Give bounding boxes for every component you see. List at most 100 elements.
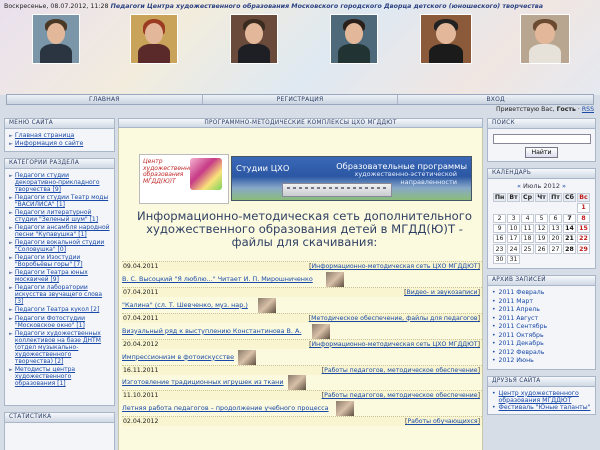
category-item[interactable]: Педагоги студии Театр моды "ВАСИЛИСА" [1…	[15, 194, 110, 208]
calendar-day[interactable]: 9	[493, 223, 507, 234]
friend-link-label[interactable]: Фестиваль "Юные таланты"	[499, 404, 591, 411]
calendar-day[interactable]: 20	[549, 234, 562, 244]
calendar-day[interactable]: 16	[493, 234, 507, 244]
calendar-day[interactable]: 26	[535, 244, 548, 254]
calendar-day[interactable]: 18	[521, 234, 535, 244]
post-title[interactable]: Изготовление традиционных игрушек из тка…	[122, 378, 284, 387]
calendar-day[interactable]: 3	[507, 213, 521, 223]
post-category[interactable]: Методическое обеспечение, файлы для педа…	[311, 315, 477, 322]
friend-link-label[interactable]: Центр художественного образования МГДДЮТ	[499, 390, 591, 404]
post-category[interactable]: Информационно-методическая сеть ЦХО МГДД…	[312, 341, 478, 348]
calendar-day[interactable]: 21	[562, 234, 576, 244]
calendar-day[interactable]: 11	[521, 223, 535, 234]
post-title[interactable]: "Калина" (сл. Т. Шевченко, муз. нар.)	[122, 301, 248, 310]
archive-item[interactable]: • 2011 Апрель	[492, 306, 591, 315]
calendar-day[interactable]: 30	[493, 254, 507, 265]
calendar-day[interactable]: 27	[549, 244, 562, 254]
archive-item-label[interactable]: 2011 Апрель	[499, 306, 540, 315]
site-header: Воскресенье, 08.07.2012, 11:28 Педагоги …	[0, 0, 600, 95]
calendar-day[interactable]: 17	[507, 234, 521, 244]
post-title[interactable]: Визуальный ряд к выступлению Константино…	[122, 327, 301, 336]
calendar-day[interactable]: 25	[521, 244, 535, 254]
calendar-day[interactable]: 19	[535, 234, 548, 244]
post-category[interactable]: Информационно-методическая сеть ЦХО МГДД…	[312, 263, 478, 270]
calendar-day[interactable]: 8	[576, 213, 590, 223]
archive-item-label[interactable]: 2011 Март	[499, 298, 533, 307]
category-item[interactable]: Педагоги студии декоративно-прикладного …	[15, 172, 110, 193]
calendar-day[interactable]: 15	[576, 223, 590, 234]
header-photo-1	[32, 14, 80, 64]
post-thumbnail[interactable]	[312, 323, 330, 339]
archive-item[interactable]: • 2012 Февраль	[492, 349, 591, 358]
category-item[interactable]: Педагоги вокальной студии "Соловушка" [0…	[15, 239, 110, 253]
post-category[interactable]: Работы педагогов, методическое обеспечен…	[324, 392, 477, 399]
calendar-day[interactable]: 4	[521, 213, 535, 223]
calendar-day[interactable]: 12	[535, 223, 548, 234]
post-category[interactable]: Работы педагогов, методическое обеспечен…	[324, 367, 477, 374]
archive-item[interactable]: • 2011 Сентябрь	[492, 323, 591, 332]
category-item[interactable]: Педагоги Театра кукол [2]	[15, 306, 99, 314]
archive-item[interactable]: • 2011 Декабрь	[492, 340, 591, 349]
post-thumbnail[interactable]	[258, 297, 276, 313]
calendar-empty-cell	[563, 203, 576, 212]
archive-item[interactable]: • 2011 Август	[492, 315, 591, 324]
menu-item-about[interactable]: Информация о сайте	[15, 140, 83, 148]
menu-item-home[interactable]: Главная страница	[15, 132, 75, 140]
post-category[interactable]: Видео- и звукозаписи	[407, 289, 478, 296]
archive-item[interactable]: • 2011 Март	[492, 298, 591, 307]
calendar-day[interactable]: 13	[549, 223, 562, 234]
calendar-day[interactable]: 23	[493, 244, 507, 254]
nav-home[interactable]: ГЛАВНАЯ	[7, 95, 203, 104]
archive-item-label[interactable]: 2011 Декабрь	[499, 340, 544, 349]
calendar-day[interactable]: 7	[562, 213, 576, 223]
calendar-block: КАЛЕНДАРЬ « Июль 2012 » Пн Вт Ср Чт Пт Сб Вс 1 2…	[487, 168, 596, 270]
category-item[interactable]: Педагоги Изостудии "Воробьёвы горы" [7]	[15, 254, 110, 268]
archive-item-label[interactable]: 2012 Февраль	[499, 349, 545, 358]
archive-item[interactable]: • 2011 Октябрь	[492, 332, 591, 341]
post-thumbnail[interactable]	[336, 401, 354, 417]
calendar-day[interactable]: 31	[507, 254, 521, 265]
nav-register[interactable]: РЕГИСТРАЦИЯ	[203, 95, 399, 104]
calendar-title: КАЛЕНДАРЬ	[488, 169, 595, 179]
calendar-day[interactable]: 2	[493, 213, 507, 223]
post-thumbnail[interactable]	[238, 349, 256, 365]
post-title[interactable]: В. С. Высоцкий "Я люблю..." Читает И. П.…	[122, 275, 313, 284]
calendar-day[interactable]: 1	[576, 203, 590, 213]
friend-link[interactable]: • Центр художественного образования МГДДЮ…	[492, 390, 591, 404]
post-category[interactable]: Работы обучающихся	[407, 418, 477, 425]
archive-item-label[interactable]: 2011 Сентябрь	[499, 323, 548, 332]
category-item[interactable]: Педагоги художественных коллективов на б…	[15, 330, 110, 365]
calendar-day[interactable]: 24	[507, 244, 521, 254]
archive-item-label[interactable]: 2011 Октябрь	[499, 332, 544, 341]
archive-item-label[interactable]: 2011 Август	[499, 315, 539, 324]
post-title[interactable]: Летняя работа педагогов – продолжение уч…	[122, 404, 329, 413]
calendar-day[interactable]: 10	[507, 223, 521, 234]
post-thumbnail[interactable]	[288, 375, 306, 391]
friend-link[interactable]: • Фестиваль "Юные таланты"	[492, 404, 591, 411]
category-item[interactable]: Методисты центра художественного образов…	[15, 366, 110, 387]
calendar-day[interactable]: 6	[549, 213, 562, 223]
calendar-day[interactable]: 22	[576, 234, 590, 244]
search-input[interactable]	[492, 134, 591, 144]
category-item[interactable]: Педагоги Театра юных москвичей [9]	[15, 269, 110, 283]
calendar-next-icon[interactable]: »	[562, 182, 566, 190]
calendar-day[interactable]: 29	[576, 244, 590, 254]
nav-login[interactable]: ВХОД	[398, 95, 593, 104]
calendar-day[interactable]: 28	[562, 244, 576, 254]
calendar-day[interactable]: 14	[562, 223, 576, 234]
archive-item[interactable]: • 2012 Июнь	[492, 357, 591, 366]
calendar-prev-icon[interactable]: «	[517, 182, 521, 190]
post-thumbnail[interactable]	[326, 271, 344, 287]
archive-item-label[interactable]: 2012 Июнь	[499, 357, 534, 366]
post-title[interactable]: Импрессионизм в фотоискусстве	[122, 353, 234, 362]
category-item[interactable]: Педагоги литературной студии "Зеленый шу…	[15, 209, 110, 223]
category-item[interactable]: Педагоги ансамбля народной песни "Купаву…	[15, 224, 110, 238]
category-item[interactable]: Педагоги лаборатории искусства звучащего…	[15, 284, 110, 305]
calendar-day[interactable]: 5	[535, 213, 548, 223]
category-item[interactable]: Педагоги Фотостудии "Московское окно" [1…	[15, 315, 110, 329]
archive-item[interactable]: • 2011 Февраль	[492, 289, 591, 298]
rss-link[interactable]: RSS	[582, 106, 594, 113]
archive-item-label[interactable]: 2011 Февраль	[499, 289, 545, 298]
search-button[interactable]: Найти	[525, 147, 558, 158]
studios-banner[interactable]: Студии ЦХО Образовательные программы худ…	[231, 156, 472, 201]
